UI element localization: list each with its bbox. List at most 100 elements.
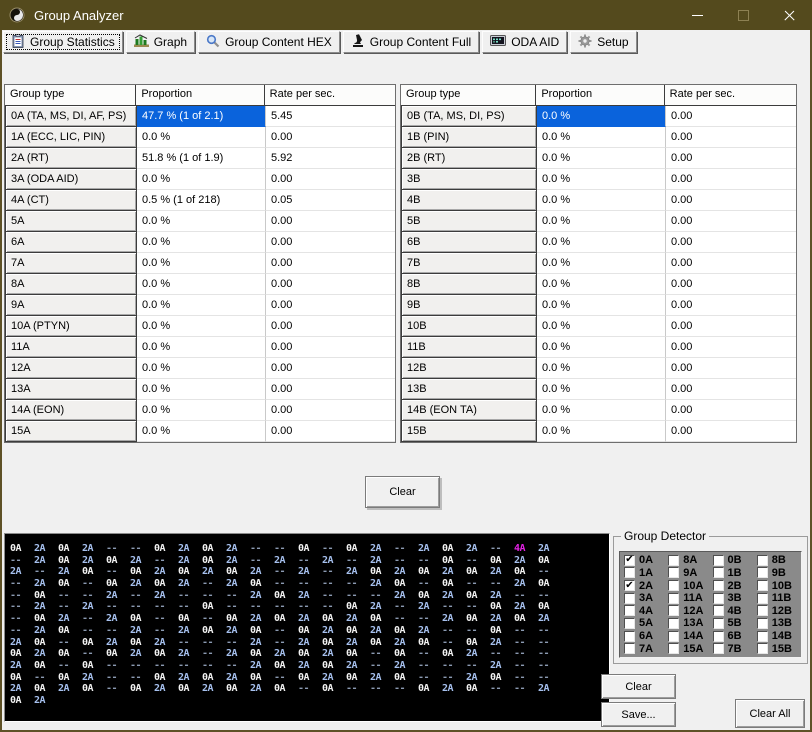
proportion-cell[interactable]: 0.0 % xyxy=(137,421,266,442)
tab-oda-aid[interactable]: ODA AID xyxy=(482,31,568,53)
checkbox-7b[interactable] xyxy=(712,643,724,655)
checkbox-8b[interactable] xyxy=(756,554,768,566)
proportion-cell[interactable]: 0.0 % xyxy=(537,169,666,190)
group-type-cell[interactable]: 2A (RT) xyxy=(5,147,137,169)
checkbox-1b[interactable] xyxy=(712,567,724,579)
checkbox-6a[interactable] xyxy=(624,630,635,642)
group-type-cell[interactable]: 15A xyxy=(5,420,137,442)
proportion-cell[interactable]: 0.0 % xyxy=(137,400,266,421)
group-type-cell[interactable]: 1A (ECC, LIC, PIN) xyxy=(5,126,137,148)
group-type-cell[interactable]: 10A (PTYN) xyxy=(5,315,137,337)
checkbox-12a[interactable] xyxy=(668,605,680,617)
proportion-cell[interactable]: 0.0 % xyxy=(137,379,266,400)
tab-group-content-hex[interactable]: Group Content HEX xyxy=(198,31,340,53)
group-type-cell[interactable]: 13B xyxy=(401,378,537,400)
proportion-cell[interactable]: 0.0 % xyxy=(537,148,666,169)
clear-monitor-button[interactable]: Clear xyxy=(601,674,676,699)
tab-group-statistics[interactable]: Group Statistics xyxy=(3,31,123,53)
group-type-cell[interactable]: 4A (CT) xyxy=(5,189,137,211)
group-type-cell[interactable]: 0A (TA, MS, DI, AF, PS) xyxy=(5,105,137,127)
proportion-cell[interactable]: 0.0 % xyxy=(137,232,266,253)
proportion-cell[interactable]: 0.0 % xyxy=(537,358,666,379)
group-type-cell[interactable]: 5B xyxy=(401,210,537,232)
proportion-cell[interactable]: 0.0 % xyxy=(137,274,266,295)
checkbox-15b[interactable] xyxy=(756,643,768,655)
group-type-cell[interactable]: 8A xyxy=(5,273,137,295)
group-type-cell[interactable]: 6A xyxy=(5,231,137,253)
tab-setup[interactable]: Setup xyxy=(570,31,637,53)
group-type-cell[interactable]: 14B (EON TA) xyxy=(401,399,537,421)
checkbox-5a[interactable] xyxy=(624,617,635,629)
proportion-cell[interactable]: 0.5 % (1 of 218) xyxy=(137,190,266,211)
proportion-cell[interactable]: 0.0 % xyxy=(137,337,266,358)
group-type-cell[interactable]: 13A xyxy=(5,378,137,400)
checkbox-5b[interactable] xyxy=(712,617,724,629)
proportion-cell[interactable]: 51.8 % (1 of 1.9) xyxy=(137,148,266,169)
proportion-cell[interactable]: 0.0 % xyxy=(137,253,266,274)
checkbox-0a[interactable]: ✔ xyxy=(624,554,635,566)
clear-statistics-button[interactable]: Clear xyxy=(365,476,440,508)
group-type-cell[interactable]: 9B xyxy=(401,294,537,316)
proportion-cell[interactable]: 0.0 % xyxy=(137,211,266,232)
group-type-cell[interactable]: 7B xyxy=(401,252,537,274)
proportion-cell[interactable]: 0.0 % xyxy=(537,295,666,316)
group-type-cell[interactable]: 12A xyxy=(5,357,137,379)
checkbox-2b[interactable] xyxy=(712,580,724,592)
group-type-cell[interactable]: 4B xyxy=(401,189,537,211)
checkbox-10b[interactable] xyxy=(756,580,768,592)
proportion-cell[interactable]: 0.0 % xyxy=(137,127,266,148)
group-type-cell[interactable]: 7A xyxy=(5,252,137,274)
proportion-cell[interactable]: 0.0 % xyxy=(137,316,266,337)
group-type-cell[interactable]: 0B (TA, MS, DI, PS) xyxy=(401,105,537,127)
proportion-cell[interactable]: 0.0 % xyxy=(537,421,666,442)
group-type-cell[interactable]: 1B (PIN) xyxy=(401,126,537,148)
checkbox-15a[interactable] xyxy=(668,643,680,655)
close-button[interactable] xyxy=(766,0,812,30)
group-type-cell[interactable]: 6B xyxy=(401,231,537,253)
group-type-cell[interactable]: 14A (EON) xyxy=(5,399,137,421)
proportion-cell[interactable]: 0.0 % xyxy=(537,379,666,400)
checkbox-0b[interactable] xyxy=(712,554,724,566)
checkbox-14a[interactable] xyxy=(668,630,680,642)
checkbox-7a[interactable] xyxy=(624,643,635,655)
proportion-cell[interactable]: 0.0 % xyxy=(137,169,266,190)
checkbox-9b[interactable] xyxy=(756,567,768,579)
checkbox-11a[interactable] xyxy=(668,592,680,604)
proportion-cell[interactable]: 0.0 % xyxy=(537,190,666,211)
group-type-cell[interactable]: 3B xyxy=(401,168,537,190)
tab-group-content-full[interactable]: Group Content Full xyxy=(342,31,480,53)
proportion-cell[interactable]: 0.0 % xyxy=(137,295,266,316)
checkbox-11b[interactable] xyxy=(756,592,768,604)
checkbox-3a[interactable] xyxy=(624,592,635,604)
clear-all-button[interactable]: Clear All xyxy=(735,699,805,728)
checkbox-1a[interactable] xyxy=(624,567,635,579)
group-type-cell[interactable]: 11A xyxy=(5,336,137,358)
group-type-cell[interactable]: 5A xyxy=(5,210,137,232)
checkbox-6b[interactable] xyxy=(712,630,724,642)
proportion-cell[interactable]: 0.0 % xyxy=(537,337,666,358)
checkbox-13b[interactable] xyxy=(756,617,768,629)
group-type-cell[interactable]: 3A (ODA AID) xyxy=(5,168,137,190)
proportion-cell[interactable]: 0.0 % xyxy=(537,211,666,232)
checkbox-2a[interactable]: ✔ xyxy=(624,580,635,592)
proportion-cell[interactable]: 0.0 % xyxy=(537,232,666,253)
checkbox-8a[interactable] xyxy=(668,554,680,566)
tab-graph[interactable]: Graph xyxy=(125,31,196,53)
checkbox-14b[interactable] xyxy=(756,630,768,642)
group-type-cell[interactable]: 15B xyxy=(401,420,537,442)
proportion-cell[interactable]: 0.0 % xyxy=(537,400,666,421)
group-type-cell[interactable]: 8B xyxy=(401,273,537,295)
proportion-cell[interactable]: 0.0 % xyxy=(537,316,666,337)
save-button[interactable]: Save... xyxy=(601,702,676,727)
minimize-button[interactable] xyxy=(674,0,720,30)
proportion-cell[interactable]: 0.0 % xyxy=(537,274,666,295)
proportion-cell[interactable]: 0.0 % xyxy=(137,358,266,379)
group-type-cell[interactable]: 10B xyxy=(401,315,537,337)
checkbox-9a[interactable] xyxy=(668,567,680,579)
group-type-cell[interactable]: 12B xyxy=(401,357,537,379)
maximize-button[interactable] xyxy=(720,0,766,30)
checkbox-13a[interactable] xyxy=(668,617,680,629)
checkbox-10a[interactable] xyxy=(668,580,680,592)
proportion-cell[interactable]: 0.0 % xyxy=(537,106,666,127)
group-type-cell[interactable]: 9A xyxy=(5,294,137,316)
